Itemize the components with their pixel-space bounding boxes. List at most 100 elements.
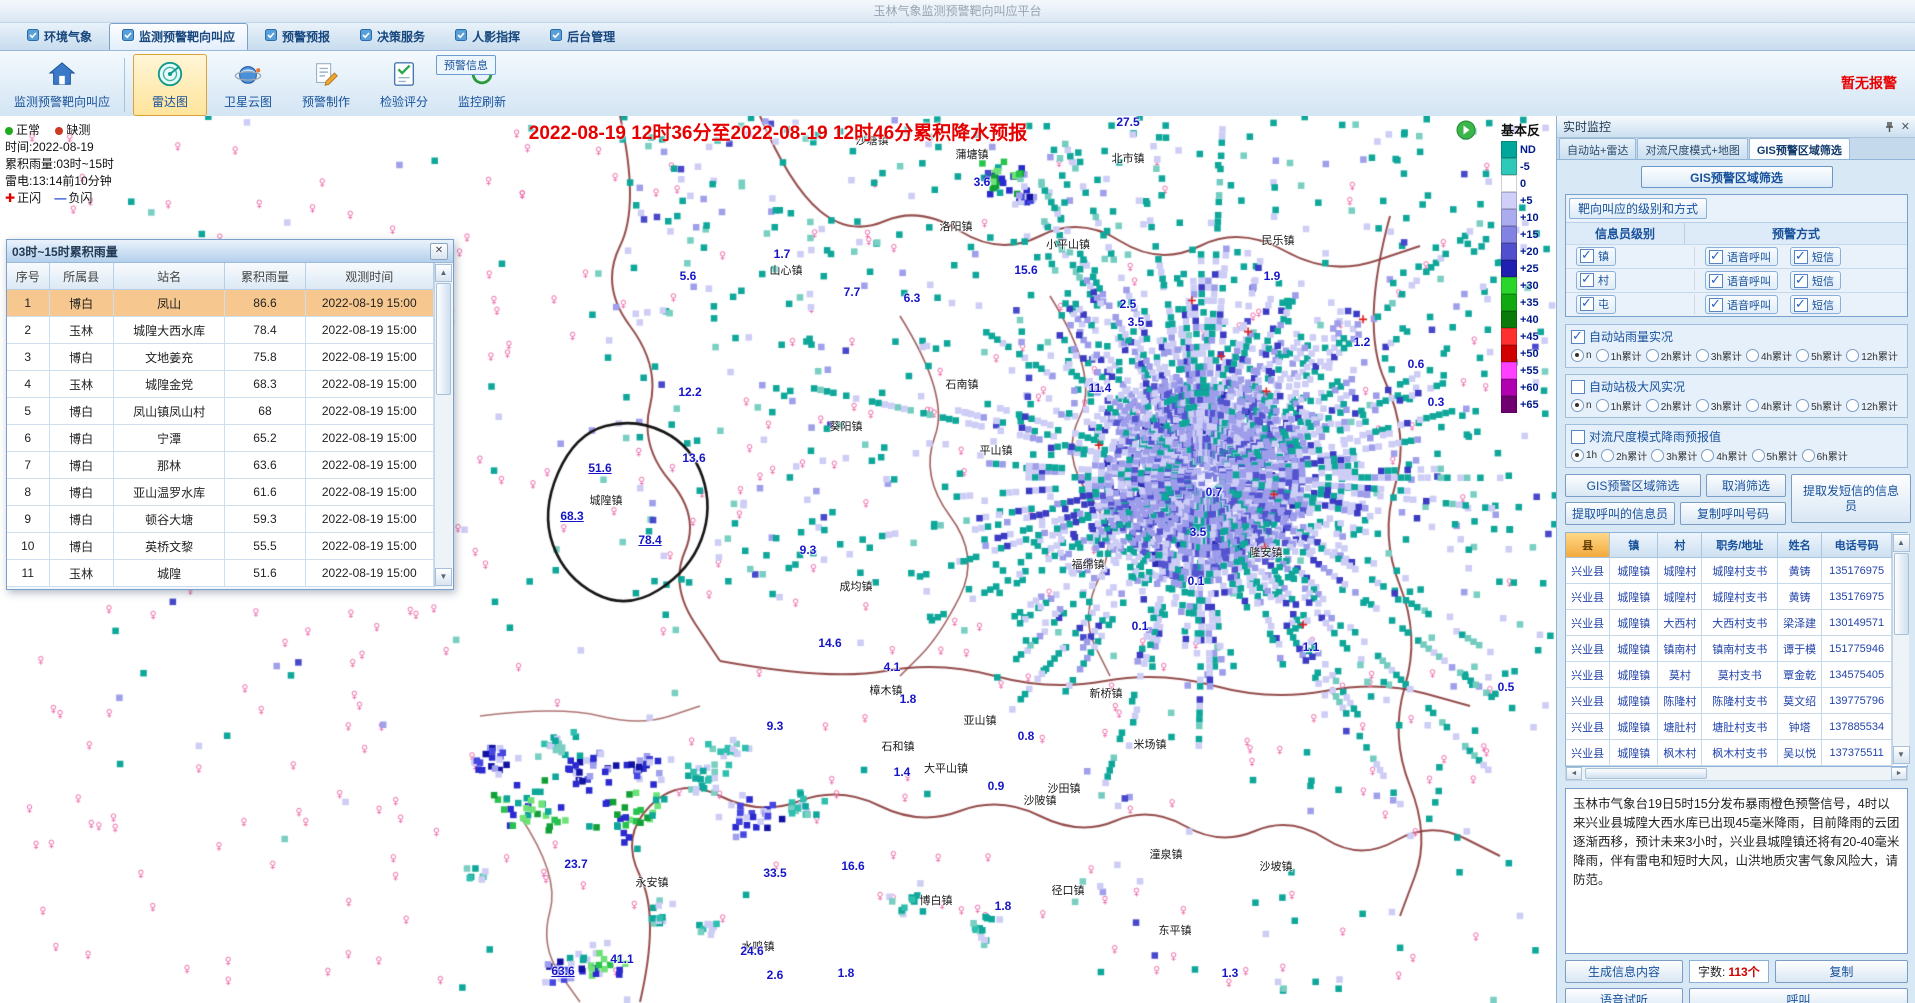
- menu-tab-6[interactable]: 后台管理: [537, 23, 628, 50]
- extract-sms-informers-button[interactable]: 提取发短信的信息员: [1791, 474, 1911, 523]
- call-button[interactable]: 呼叫: [1689, 988, 1908, 1003]
- contact-row[interactable]: 兴业县城隍镇城隍村城隍村支书黄铸135176975: [1566, 584, 1892, 610]
- radio-option[interactable]: 1h: [1571, 449, 1597, 462]
- voice-preview-button[interactable]: 语音试听: [1565, 988, 1683, 1003]
- rain-actual-checkbox[interactable]: [1571, 330, 1585, 344]
- rain-window-titlebar[interactable]: 03时~15时累积雨量 ✕: [7, 240, 453, 263]
- scrollbar-thumb[interactable]: [1894, 553, 1909, 635]
- radio-option[interactable]: 6h累计: [1802, 448, 1848, 463]
- rain-column-header[interactable]: 站名: [114, 263, 226, 290]
- voice-call-checkbox[interactable]: 语音呼叫: [1705, 295, 1778, 314]
- tool-button-3[interactable]: 卫星云图: [211, 54, 285, 116]
- voice-call-checkbox[interactable]: 语音呼叫: [1705, 271, 1778, 290]
- radio-option[interactable]: 3h累计: [1696, 348, 1742, 363]
- menu-tab-4[interactable]: 决策服务: [347, 23, 438, 50]
- contacts-column-header[interactable]: 姓名: [1778, 533, 1822, 558]
- menu-tab-2[interactable]: 监测预警靶向叫应: [109, 23, 248, 50]
- wind-actual-checkbox[interactable]: [1571, 380, 1585, 394]
- model-forecast-checkbox[interactable]: [1571, 430, 1585, 444]
- scroll-right-icon[interactable]: ►: [1891, 767, 1907, 780]
- radio-option[interactable]: n: [1571, 349, 1592, 362]
- contact-row[interactable]: 兴业县城隍镇塘肚村塘肚村支书钟塔137885534: [1566, 714, 1892, 740]
- radio-option[interactable]: 12h累计: [1846, 348, 1898, 363]
- sms-checkbox[interactable]: 短信: [1790, 247, 1841, 266]
- rain-table-row[interactable]: 10博白英桥文黎55.52022-08-19 15:00: [7, 533, 434, 560]
- contacts-column-header[interactable]: 职务/地址: [1702, 533, 1778, 558]
- contact-row[interactable]: 兴业县城隍镇城隍村城隍村支书黄铸135176975: [1566, 558, 1892, 584]
- copy-call-numbers-button[interactable]: 复制呼叫号码: [1680, 502, 1786, 525]
- rain-table-row[interactable]: 2玉林城隍大西水库78.42022-08-19 15:00: [7, 317, 434, 344]
- copy-button[interactable]: 复制: [1775, 960, 1908, 983]
- contacts-scrollbar[interactable]: ▲ ▼: [1892, 533, 1909, 765]
- gis-filter-header-button[interactable]: GIS预警区域筛选: [1641, 166, 1833, 188]
- radio-option[interactable]: 2h累计: [1646, 398, 1692, 413]
- scrollbar-thumb[interactable]: [1585, 768, 1707, 779]
- radio-option[interactable]: 5h累计: [1752, 448, 1798, 463]
- panel-tab-3[interactable]: GIS预警区域筛选: [1749, 138, 1850, 159]
- contacts-column-header[interactable]: 电话号码: [1822, 533, 1892, 558]
- radio-option[interactable]: 4h累计: [1746, 348, 1792, 363]
- radio-option[interactable]: 12h累计: [1846, 398, 1898, 413]
- contacts-column-header[interactable]: 村: [1658, 533, 1702, 558]
- gis-filter-button[interactable]: GIS预警区域筛选: [1565, 474, 1701, 497]
- scroll-up-icon[interactable]: ▲: [1893, 534, 1910, 552]
- rain-table-row[interactable]: 1博白凤山86.62022-08-19 15:00: [7, 290, 434, 317]
- contacts-column-header[interactable]: 镇: [1610, 533, 1658, 558]
- tool-button-4[interactable]: 预警制作: [289, 54, 363, 116]
- level-checkbox[interactable]: 村: [1576, 271, 1616, 290]
- radio-option[interactable]: 5h累计: [1796, 348, 1842, 363]
- rain-table-row[interactable]: 8博白亚山温罗水库61.62022-08-19 15:00: [7, 479, 434, 506]
- rain-table-row[interactable]: 11玉林城隍51.62022-08-19 15:00: [7, 560, 434, 587]
- scrollbar-thumb[interactable]: [436, 283, 451, 395]
- rain-column-header[interactable]: 序号: [7, 263, 50, 290]
- contact-row[interactable]: 兴业县城隍镇枫木村枫木村支书吴以悦137375511: [1566, 740, 1892, 766]
- radio-option[interactable]: 4h累计: [1701, 448, 1747, 463]
- rain-table-row[interactable]: 7博白那林63.62022-08-19 15:00: [7, 452, 434, 479]
- rain-column-header[interactable]: 所属县: [50, 263, 114, 290]
- contact-row[interactable]: 兴业县城隍镇莫村莫村支书覃金乾134575405: [1566, 662, 1892, 688]
- rain-table-row[interactable]: 6博白宁潭65.22022-08-19 15:00: [7, 425, 434, 452]
- tool-button-1[interactable]: 监测预警靶向叫应: [8, 54, 116, 116]
- close-icon[interactable]: ✕: [1901, 120, 1910, 133]
- tool-button-5[interactable]: 检验评分: [367, 54, 441, 116]
- radio-option[interactable]: 3h累计: [1696, 398, 1742, 413]
- pin-icon[interactable]: [1884, 121, 1895, 133]
- menu-tab-3[interactable]: 预警预报: [252, 23, 343, 50]
- panel-tab-2[interactable]: 对流尺度模式+地图: [1637, 138, 1747, 159]
- tool-button-2[interactable]: 雷达图: [133, 54, 207, 116]
- radio-option[interactable]: 2h累计: [1646, 348, 1692, 363]
- radio-option[interactable]: 5h累计: [1796, 398, 1842, 413]
- contacts-column-header[interactable]: 县: [1566, 533, 1610, 558]
- level-checkbox[interactable]: 镇: [1576, 247, 1616, 266]
- rain-table-row[interactable]: 5博白凤山镇凤山村682022-08-19 15:00: [7, 398, 434, 425]
- menu-tab-1[interactable]: 环境气象: [14, 23, 105, 50]
- level-checkbox[interactable]: 屯: [1576, 295, 1616, 314]
- scroll-down-icon[interactable]: ▼: [435, 568, 452, 586]
- rain-table-row[interactable]: 4玉林城隍金党68.32022-08-19 15:00: [7, 371, 434, 398]
- panel-collapse-button[interactable]: [1456, 120, 1476, 140]
- radio-option[interactable]: n: [1571, 399, 1592, 412]
- scroll-left-icon[interactable]: ◄: [1566, 767, 1582, 780]
- generate-message-button[interactable]: 生成信息内容: [1565, 960, 1683, 983]
- rain-column-header[interactable]: 累积雨量: [225, 263, 305, 290]
- contact-row[interactable]: 兴业县城隍镇陈隆村陈隆村支书莫文绍139775796: [1566, 688, 1892, 714]
- warning-message-text[interactable]: 玉林市气象台19日5时15分发布暴雨橙色预警信号，4时以来兴业县城隍大西水库已出…: [1565, 788, 1908, 954]
- voice-call-checkbox[interactable]: 语音呼叫: [1705, 247, 1778, 266]
- close-icon[interactable]: ✕: [430, 243, 448, 260]
- panel-tab-1[interactable]: 自动站+雷达: [1559, 138, 1636, 159]
- scroll-up-icon[interactable]: ▲: [435, 264, 452, 282]
- contacts-hscrollbar[interactable]: ◄ ►: [1565, 767, 1908, 781]
- rain-table-scrollbar[interactable]: ▲ ▼: [434, 263, 452, 587]
- sms-checkbox[interactable]: 短信: [1790, 271, 1841, 290]
- cancel-filter-button[interactable]: 取消筛选: [1706, 474, 1786, 497]
- menu-tab-5[interactable]: 人影指挥: [442, 23, 533, 50]
- target-call-box-title[interactable]: 靶向叫应的级别和方式: [1569, 198, 1707, 219]
- rain-column-header[interactable]: 观测时间: [306, 263, 434, 290]
- sms-checkbox[interactable]: 短信: [1790, 295, 1841, 314]
- scroll-down-icon[interactable]: ▼: [1893, 746, 1910, 764]
- radio-option[interactable]: 1h累计: [1596, 398, 1642, 413]
- radio-option[interactable]: 4h累计: [1746, 398, 1792, 413]
- extract-call-informers-button[interactable]: 提取呼叫的信息员: [1565, 502, 1675, 525]
- radio-option[interactable]: 3h累计: [1651, 448, 1697, 463]
- radio-option[interactable]: 2h累计: [1601, 448, 1647, 463]
